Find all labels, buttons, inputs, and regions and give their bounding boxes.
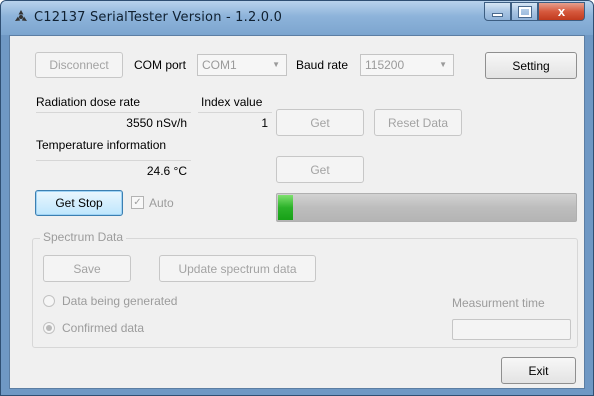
window-controls: x [484, 2, 585, 21]
progress-fill [278, 195, 293, 220]
index-value: 1 [198, 112, 272, 132]
maximize-icon [517, 5, 532, 18]
baud-rate-select[interactable]: 115200 ▼ [360, 54, 454, 76]
auto-label: Auto [149, 196, 174, 210]
acquisition-progress-bar [276, 193, 577, 222]
radio-confirmed-data[interactable] [43, 322, 55, 334]
app-icon [13, 9, 29, 25]
exit-button[interactable]: Exit [501, 357, 576, 384]
chevron-down-icon: ▼ [439, 60, 447, 69]
baud-rate-value: 115200 [365, 58, 405, 72]
temperature-value: 24.6 °C [36, 160, 191, 180]
measurement-time-field[interactable] [452, 319, 571, 340]
reset-data-button[interactable]: Reset Data [374, 109, 462, 136]
measurement-time-label: Measurment time [452, 296, 545, 310]
close-icon: x [557, 4, 566, 19]
com-port-select[interactable]: COM1 ▼ [197, 54, 287, 76]
minimize-icon [492, 12, 503, 17]
radiation-label: Radiation dose rate [36, 95, 141, 109]
radio-confirmed-data-label: Confirmed data [62, 321, 145, 335]
radio-data-being-generated-label: Data being generated [62, 294, 178, 308]
setting-button[interactable]: Setting [485, 52, 577, 79]
save-button[interactable]: Save [43, 255, 131, 282]
get-stop-button[interactable]: Get Stop [35, 190, 123, 216]
temperature-label: Temperature information [36, 138, 167, 152]
title-bar[interactable]: C12137 SerialTester Version - 1.2.0.0 x [1, 1, 593, 35]
index-get-button[interactable]: Get [276, 109, 364, 136]
spectrum-data-title: Spectrum Data [40, 230, 127, 244]
maximize-button[interactable] [511, 2, 538, 21]
baud-rate-label: Baud rate [296, 58, 349, 72]
com-port-label: COM port [134, 58, 187, 72]
com-port-value: COM1 [202, 58, 237, 72]
main-panel: Disconnect COM port COM1 ▼ Baud rate 115… [9, 35, 585, 389]
temperature-get-button[interactable]: Get [276, 156, 364, 183]
index-label: Index value [201, 95, 263, 109]
minimize-button[interactable] [484, 2, 511, 21]
radio-data-being-generated[interactable] [43, 295, 55, 307]
chevron-down-icon: ▼ [272, 60, 280, 69]
auto-checkbox[interactable]: ✓ [131, 196, 144, 209]
disconnect-button[interactable]: Disconnect [35, 52, 123, 78]
window-title: C12137 SerialTester Version - 1.2.0.0 [34, 10, 283, 25]
checkmark-icon: ✓ [133, 197, 142, 208]
close-button[interactable]: x [538, 2, 585, 21]
update-spectrum-button[interactable]: Update spectrum data [159, 255, 316, 282]
radiation-value: 3550 nSv/h [36, 112, 191, 132]
app-window: C12137 SerialTester Version - 1.2.0.0 x … [0, 0, 594, 396]
